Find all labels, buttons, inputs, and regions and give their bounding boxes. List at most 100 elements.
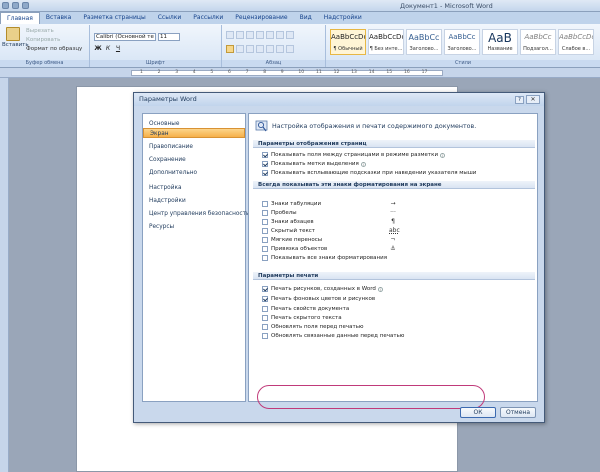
style-heading-2[interactable]: AaBbCc Заголово... (444, 29, 480, 55)
nav-item-proofing[interactable]: Правописание (143, 142, 245, 152)
checkbox[interactable] (262, 333, 268, 339)
checkbox[interactable] (262, 315, 268, 321)
copy-button[interactable]: Копировать (26, 37, 60, 43)
option-hidden-text[interactable]: Скрытый текст (262, 227, 315, 235)
style-sample: AaBbCc (408, 33, 440, 42)
tab-references[interactable]: Ссылки (152, 12, 188, 24)
option-print-drawings[interactable]: Печать рисунков, созданных в Word i (262, 285, 383, 293)
align-center-icon[interactable] (236, 45, 244, 53)
bold-button[interactable]: Ж (94, 45, 102, 53)
option-update-linked-data[interactable]: Обновлять связанные данные перед печатью (262, 332, 404, 340)
redo-icon[interactable] (22, 2, 29, 9)
ok-button[interactable]: ОК (460, 407, 496, 418)
option-label: Скрытый текст (271, 228, 316, 234)
checkbox[interactable] (262, 170, 268, 176)
horizontal-ruler[interactable]: 1 2 3 4 5 6 7 8 9 10 11 12 13 14 15 16 17 (0, 68, 600, 78)
option-print-properties[interactable]: Печать свойств документа (262, 305, 349, 313)
option-label: Показывать поля между страницами в режим… (271, 152, 439, 158)
tab-view[interactable]: Вид (294, 12, 318, 24)
format-painter-button[interactable]: Формат по образцу (26, 46, 82, 52)
option-tab-characters[interactable]: Знаки табуляции (262, 200, 321, 208)
borders-icon[interactable] (286, 45, 294, 53)
checkbox[interactable] (262, 201, 268, 207)
save-icon[interactable] (2, 2, 9, 9)
checkbox[interactable] (262, 286, 268, 292)
option-show-tooltips[interactable]: Показывать всплывающие подсказки при нав… (262, 169, 476, 177)
shading-icon[interactable] (276, 45, 284, 53)
checkbox[interactable] (262, 255, 268, 261)
option-update-fields[interactable]: Обновлять поля перед печатью (262, 323, 364, 331)
option-print-background[interactable]: Печать фоновых цветов и рисунков (262, 295, 375, 303)
tab-mailings[interactable]: Рассылки (187, 12, 229, 24)
paste-button[interactable]: Вставить (2, 27, 29, 51)
line-spacing-icon[interactable] (266, 45, 274, 53)
checkbox[interactable] (262, 210, 268, 216)
optional-hyphen-icon: ¬ (390, 236, 396, 243)
vertical-ruler[interactable] (0, 78, 9, 472)
undo-icon[interactable] (12, 2, 19, 9)
option-label: Мягкие переносы (271, 237, 323, 243)
cut-button[interactable]: Вырезать (26, 28, 54, 34)
font-size-select[interactable]: 11 (158, 33, 180, 41)
nav-item-trust-center[interactable]: Центр управления безопасностью (143, 209, 254, 219)
show-marks-icon[interactable] (286, 31, 294, 39)
align-right-icon[interactable] (246, 45, 254, 53)
window-titlebar: Документ1 - Microsoft Word (0, 0, 600, 12)
nav-item-save[interactable]: Сохранение (143, 155, 245, 165)
increase-indent-icon[interactable] (266, 31, 274, 39)
checkbox[interactable] (262, 237, 268, 243)
option-print-hidden-text[interactable]: Печать скрытого текста (262, 314, 342, 322)
ruler-tick-label: 8 (263, 70, 267, 75)
tab-insert[interactable]: Вставка (40, 12, 77, 24)
checkbox[interactable] (262, 324, 268, 330)
checkbox[interactable] (262, 152, 268, 158)
checkbox[interactable] (262, 246, 268, 252)
nav-item-addins[interactable]: Надстройки (143, 196, 245, 206)
nav-item-customize[interactable]: Настройка (143, 183, 245, 193)
font-format-row: Ж К Ч (94, 45, 122, 53)
tab-page-layout[interactable]: Разметка страницы (77, 12, 151, 24)
clipboard-group-label: Буфер обмена (0, 60, 89, 67)
option-optional-hyphens[interactable]: Мягкие переносы (262, 236, 322, 244)
close-button[interactable]: ✕ (526, 95, 540, 104)
tab-addins[interactable]: Надстройки (318, 12, 368, 24)
numbering-icon[interactable] (236, 31, 244, 39)
checkbox[interactable] (262, 228, 268, 234)
multilevel-list-icon[interactable] (246, 31, 254, 39)
checkbox[interactable] (262, 306, 268, 312)
style-subtle-emphasis[interactable]: AaBbCcDc Слабое в... (558, 29, 594, 55)
style-no-spacing[interactable]: AaBbCcDc ¶ Без инте... (368, 29, 404, 55)
option-label: Печать скрытого текста (271, 315, 342, 321)
tab-review[interactable]: Рецензирование (229, 12, 293, 24)
nav-item-advanced[interactable]: Дополнительно (143, 168, 245, 178)
nav-item-display[interactable]: Экран (143, 128, 245, 138)
align-left-icon[interactable] (226, 45, 234, 53)
checkbox[interactable] (262, 296, 268, 302)
checkbox[interactable] (262, 219, 268, 225)
cancel-button[interactable]: Отмена (500, 407, 536, 418)
option-show-highlighter[interactable]: Показывать метки выделения i (262, 160, 366, 168)
window-title: Документ1 - Microsoft Word (400, 2, 493, 10)
underline-button[interactable]: Ч (114, 45, 122, 53)
option-show-whitespace[interactable]: Показывать поля между страницами в режим… (262, 151, 446, 159)
font-name-select[interactable]: Calibri (Основной те (94, 33, 156, 41)
style-normal[interactable]: AaBbCcDc ¶ Обычный (330, 29, 366, 55)
style-title[interactable]: AaB Название (482, 29, 518, 55)
option-show-all-marks[interactable]: Показывать все знаки форматирования (262, 254, 387, 262)
option-paragraph-marks[interactable]: Знаки абзацев (262, 218, 314, 226)
style-subtitle[interactable]: AaBbCc Подзагол... (520, 29, 556, 55)
bullets-icon[interactable] (226, 31, 234, 39)
nav-item-resources[interactable]: Ресурсы (143, 222, 245, 232)
option-label: Показывать все знаки форматирования (271, 255, 388, 261)
help-button[interactable]: ? (515, 96, 524, 104)
sort-icon[interactable] (276, 31, 284, 39)
italic-button[interactable]: К (104, 45, 112, 53)
justify-icon[interactable] (256, 45, 264, 53)
tab-home[interactable]: Главная (0, 12, 40, 24)
style-name: Название (487, 46, 513, 52)
option-spaces[interactable]: Пробелы (262, 209, 297, 217)
style-heading-1[interactable]: AaBbCc Заголово... (406, 29, 442, 55)
option-object-anchors[interactable]: Привязка объектов (262, 245, 327, 253)
checkbox[interactable] (262, 161, 268, 167)
decrease-indent-icon[interactable] (256, 31, 264, 39)
